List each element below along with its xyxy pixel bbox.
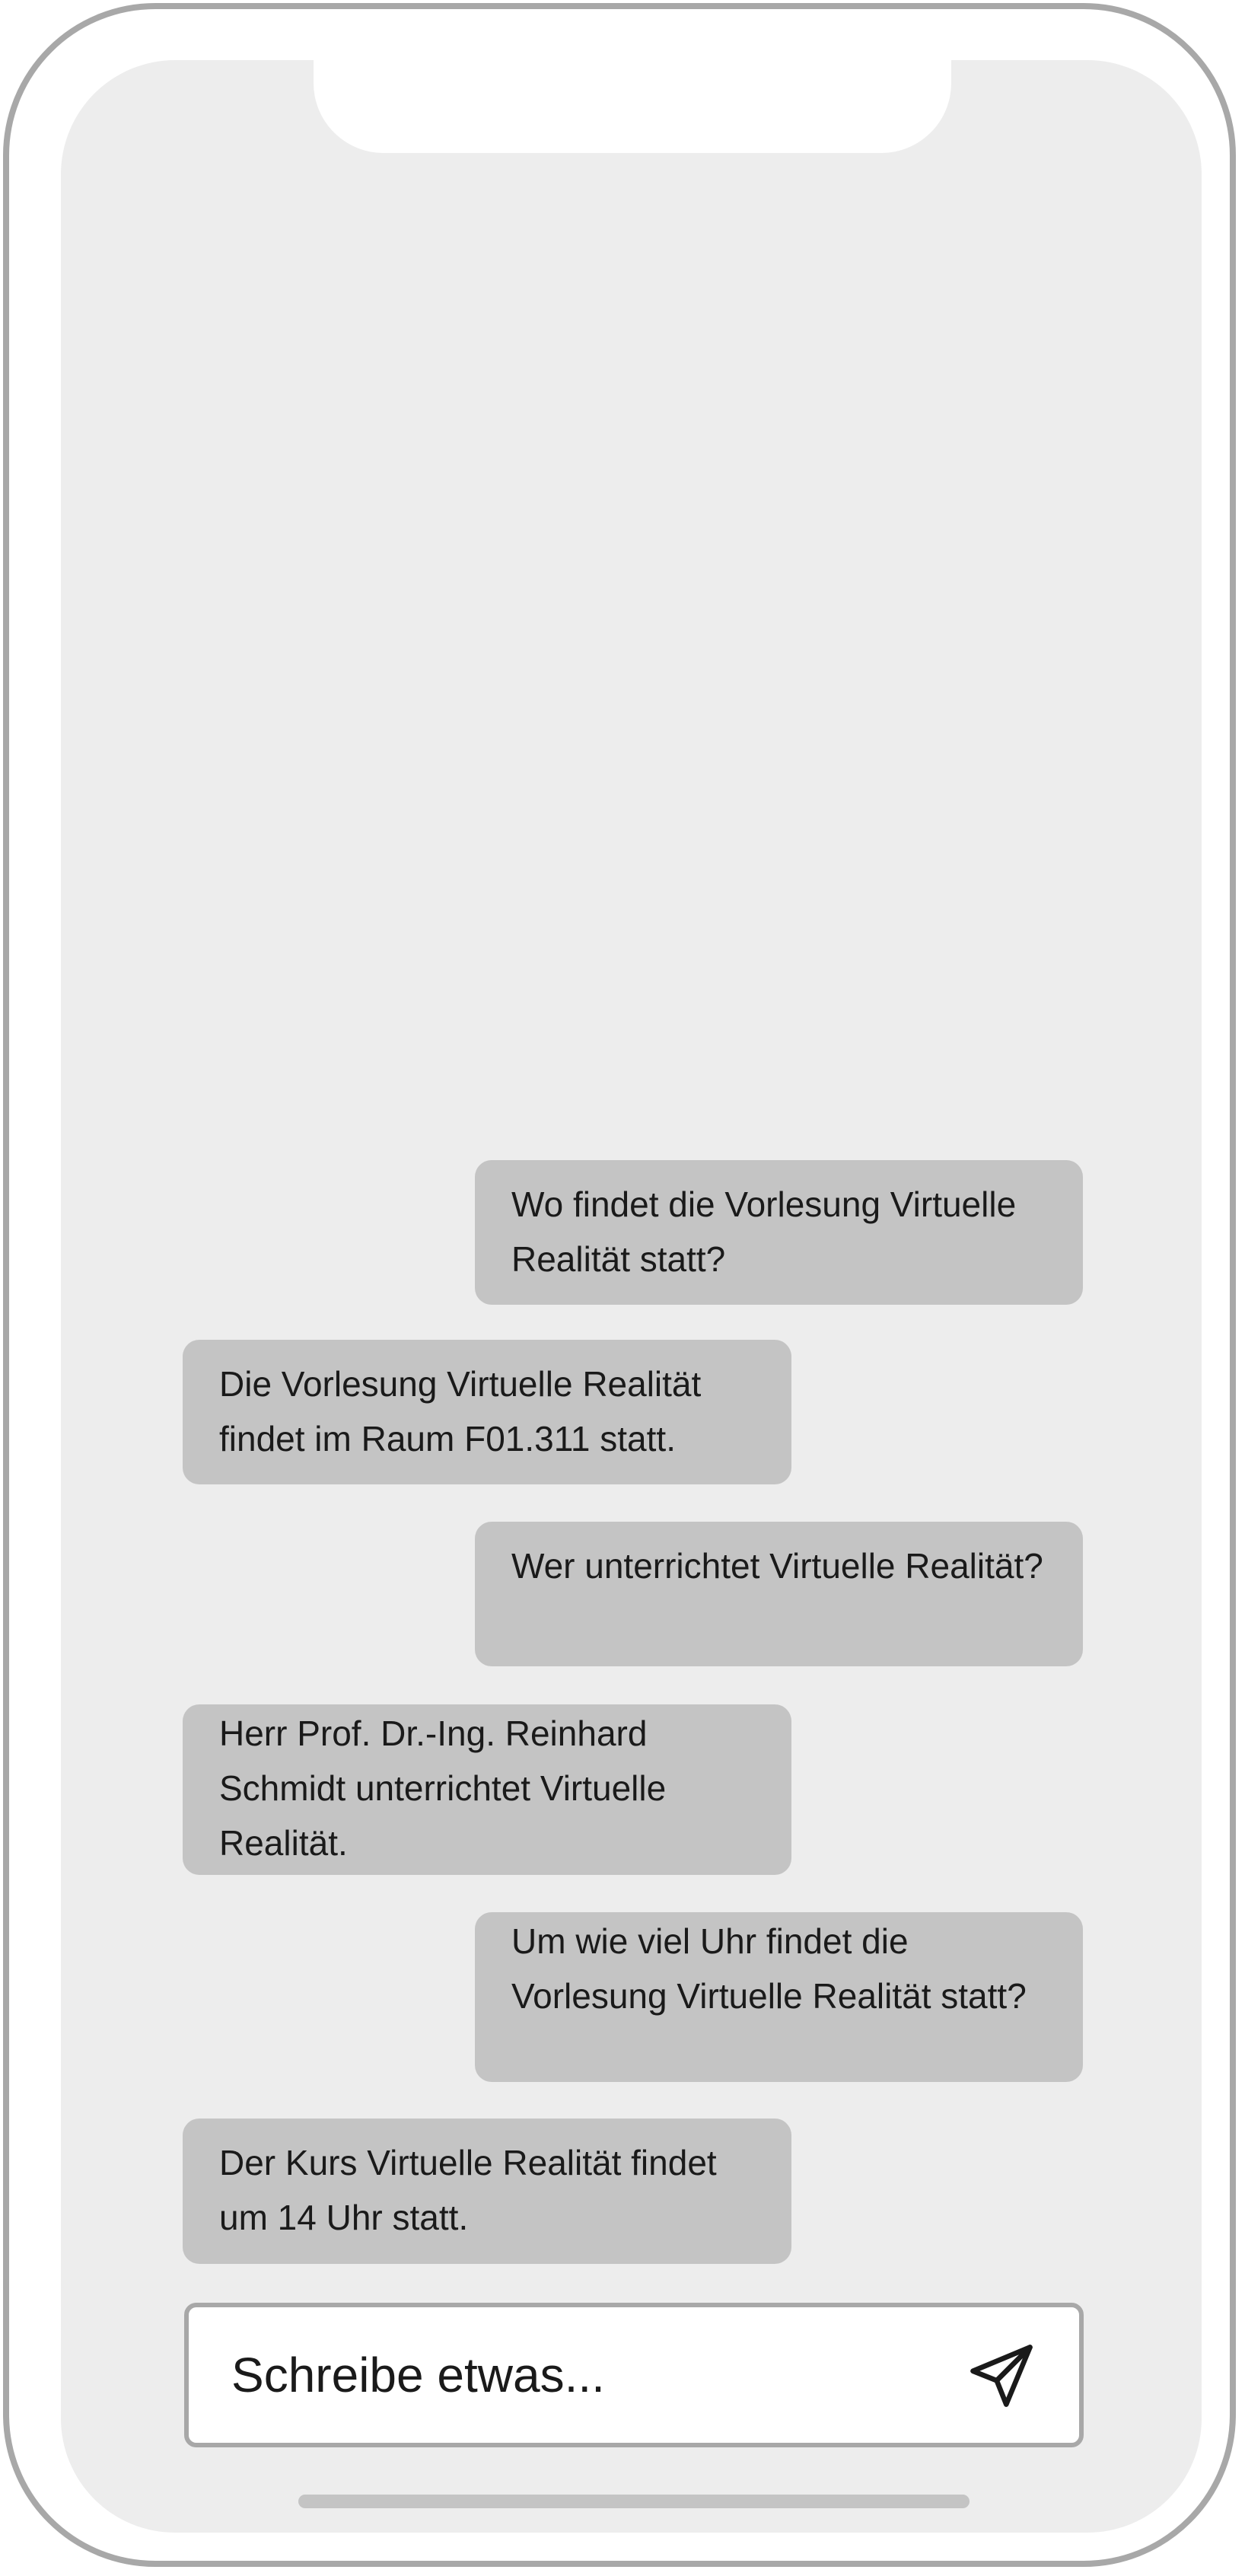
message-text: Wo findet die Vorlesung Virtuelle Realit… <box>511 1184 1017 1279</box>
message-bubble-user: Wo findet die Vorlesung Virtuelle Realit… <box>475 1160 1083 1305</box>
message-input[interactable] <box>231 2307 916 2443</box>
message-text: Herr Prof. Dr.-Ing. Reinhard Schmidt unt… <box>219 1714 667 1863</box>
message-bubble-bot: Herr Prof. Dr.-Ing. Reinhard Schmidt unt… <box>183 1704 791 1875</box>
message-text: Wer unterrichtet Virtuelle Realität? <box>511 1546 1043 1586</box>
send-button[interactable] <box>963 2338 1040 2414</box>
message-composer <box>184 2303 1084 2447</box>
message-bubble-bot: Die Vorlesung Virtuelle Realität findet … <box>183 1340 791 1484</box>
home-indicator[interactable] <box>298 2495 970 2508</box>
message-text: Der Kurs Virtuelle Realität findet um 14… <box>219 2143 717 2237</box>
send-paper-plane-icon <box>970 2345 1033 2407</box>
message-text: Um wie viel Uhr findet die Vorlesung Vir… <box>511 1921 1027 2016</box>
message-bubble-user: Wer unterrichtet Virtuelle Realität? <box>475 1522 1083 1666</box>
message-text: Die Vorlesung Virtuelle Realität findet … <box>219 1364 702 1459</box>
chat-screen: Wo findet die Vorlesung Virtuelle Realit… <box>61 60 1202 2533</box>
phone-frame: Wo findet die Vorlesung Virtuelle Realit… <box>3 3 1236 2567</box>
phone-notch <box>314 60 951 153</box>
message-bubble-bot: Der Kurs Virtuelle Realität findet um 14… <box>183 2119 791 2264</box>
message-bubble-user: Um wie viel Uhr findet die Vorlesung Vir… <box>475 1912 1083 2082</box>
